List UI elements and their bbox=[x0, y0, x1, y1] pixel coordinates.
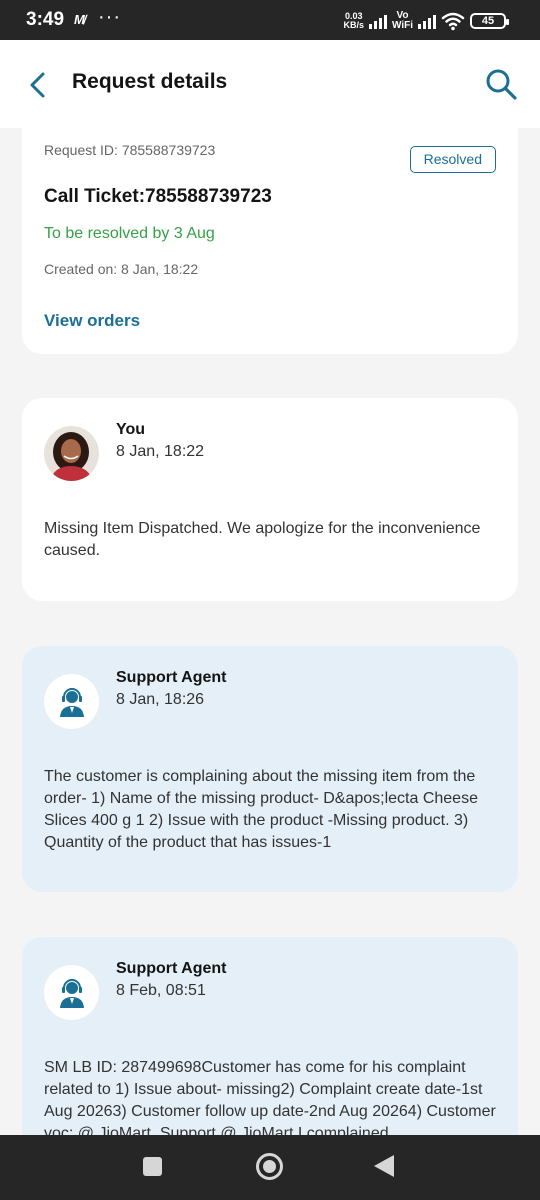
signal-icon bbox=[368, 13, 387, 29]
battery-level: 45 bbox=[481, 15, 495, 27]
more-dots-icon: ··· bbox=[98, 6, 121, 28]
status-badge: Resolved bbox=[409, 146, 496, 173]
message-card: You 8 Jan, 18:22 Missing Item Dispatched… bbox=[22, 398, 518, 601]
request-id: Request ID: 785588739723 bbox=[44, 142, 216, 158]
message-text: SM LB ID: 287499698Customer has come for… bbox=[44, 1059, 496, 1142]
request-summary-card: Request ID: 785588739723 Resolved Call T… bbox=[22, 120, 518, 354]
sender-name: Support Agent bbox=[116, 960, 227, 977]
support-agent-icon bbox=[59, 687, 84, 717]
page-title: Request details bbox=[72, 70, 228, 93]
search-button[interactable] bbox=[484, 67, 518, 101]
created-on: Created on: 8 Jan, 18:22 bbox=[44, 261, 199, 277]
avatar bbox=[44, 426, 99, 481]
search-icon bbox=[486, 69, 517, 100]
status-indicators: 0.03 KB/s Vo WiFi 45 bbox=[343, 8, 509, 34]
recent-apps-icon[interactable] bbox=[143, 1157, 162, 1176]
back-triangle-icon[interactable] bbox=[374, 1155, 394, 1177]
sender-name: Support Agent bbox=[116, 669, 227, 686]
resolve-by-date: To be resolved by 3 Aug bbox=[44, 225, 215, 242]
avatar bbox=[44, 674, 99, 729]
notification-app-icon: M̸ bbox=[74, 12, 85, 27]
message-time: 8 Feb, 08:51 bbox=[116, 982, 206, 999]
user-avatar-image bbox=[44, 426, 99, 481]
battery-icon: 45 bbox=[470, 13, 509, 29]
signal-icon-2 bbox=[418, 13, 436, 29]
home-icon[interactable] bbox=[256, 1153, 283, 1180]
chevron-left-icon bbox=[30, 72, 45, 98]
message-text: Missing Item Dispatched. We apologize fo… bbox=[44, 520, 481, 559]
message-card: Support Agent 8 Jan, 18:26 The customer … bbox=[22, 646, 518, 892]
sender-name: You bbox=[116, 421, 146, 438]
ticket-title: Call Ticket:785588739723 bbox=[44, 186, 272, 207]
avatar bbox=[44, 965, 99, 1020]
status-time: 3:49 bbox=[26, 9, 65, 30]
app-header: Request details bbox=[0, 40, 540, 128]
message-text: The customer is complaining about the mi… bbox=[44, 768, 478, 851]
message-time: 8 Jan, 18:22 bbox=[116, 443, 205, 460]
status-bar: 3:49 M̸ ··· 0.03 KB/s Vo WiFi 45 bbox=[0, 0, 540, 40]
wifi-label: WiFi bbox=[391, 20, 413, 31]
wifi-icon bbox=[441, 12, 465, 31]
network-speed: 0.03 KB/s bbox=[343, 12, 364, 30]
back-button[interactable] bbox=[22, 68, 56, 102]
system-nav-bar bbox=[0, 1135, 540, 1200]
vowifi-indicator: Vo WiFi bbox=[392, 11, 413, 31]
view-orders-link[interactable]: View orders bbox=[44, 311, 140, 331]
message-time: 8 Jan, 18:26 bbox=[116, 691, 205, 708]
network-speed-unit: KB/s bbox=[343, 20, 364, 30]
support-agent-icon bbox=[59, 978, 84, 1008]
